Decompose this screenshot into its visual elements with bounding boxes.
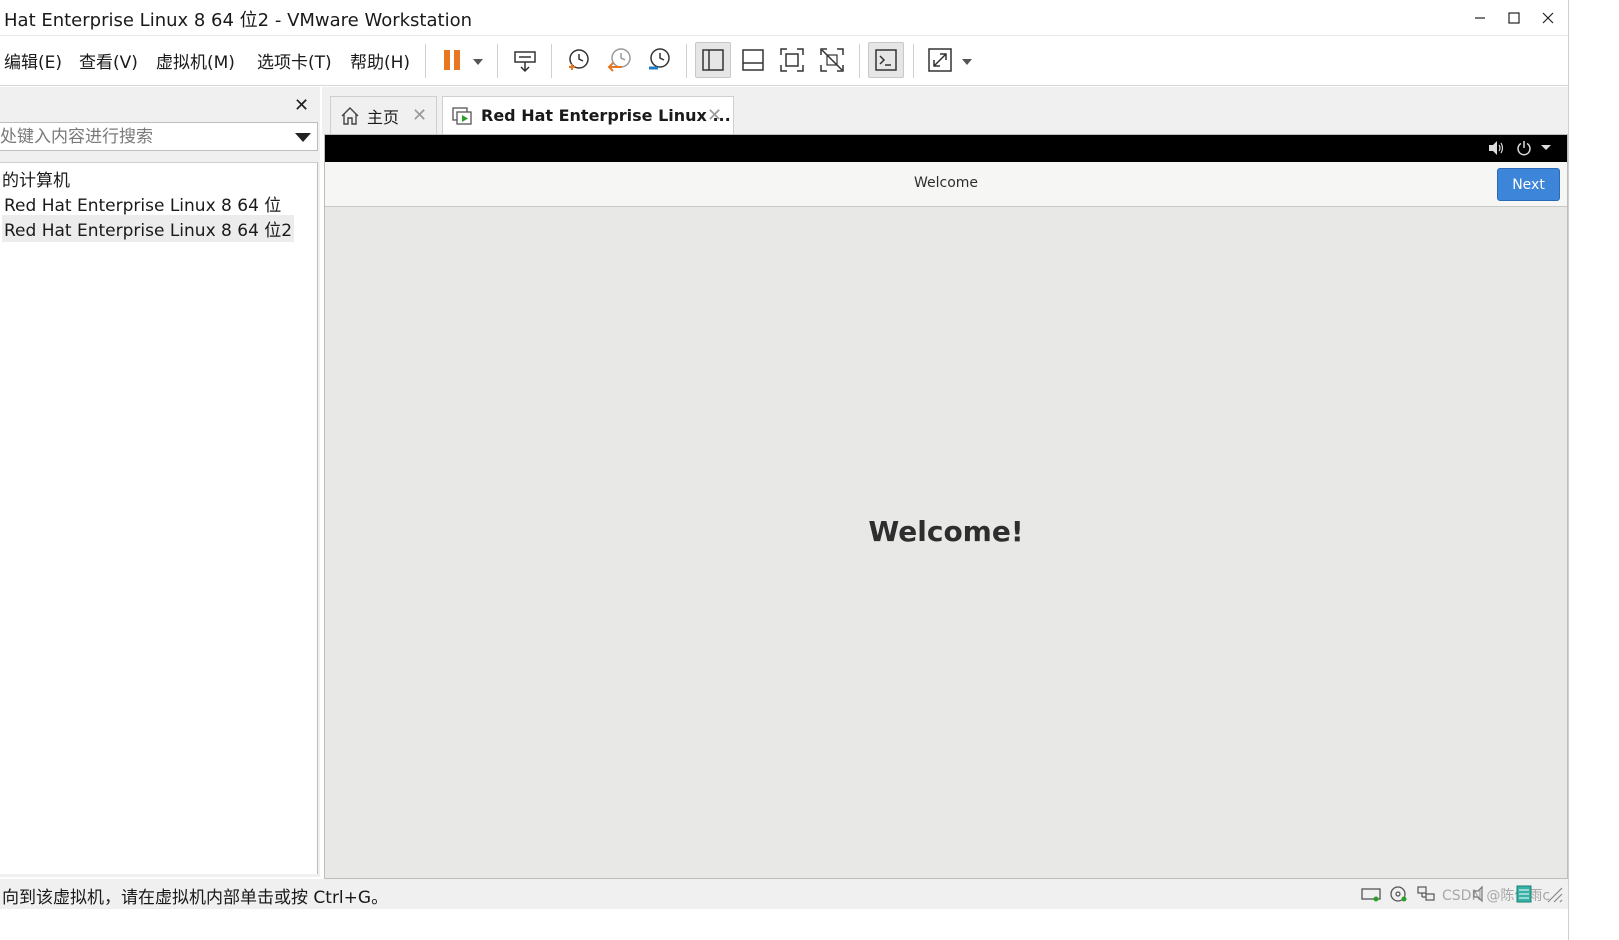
library-view-button[interactable] (695, 42, 731, 78)
menu-help[interactable]: 帮助(H) (350, 48, 410, 73)
close-window-button[interactable] (1531, 0, 1565, 36)
resize-grip[interactable] (1542, 884, 1566, 904)
menu-edit[interactable]: 编辑(E) (4, 48, 62, 73)
cd-icon (1390, 886, 1407, 902)
thumbnail-bar-icon (742, 49, 764, 71)
pause-button[interactable] (434, 42, 470, 78)
sound-status[interactable] (1469, 884, 1493, 904)
home-icon (341, 106, 359, 125)
toolbar-separator (551, 44, 552, 78)
title-bar: Hat Enterprise Linux 8 64 位2 - VMware Wo… (0, 0, 1568, 36)
tab-vm[interactable]: Red Hat Enterprise Linux ... ✕ (442, 96, 734, 134)
toolbar-separator (913, 44, 914, 78)
unity-icon (820, 48, 844, 72)
unity-button[interactable] (814, 42, 850, 78)
maximize-button[interactable] (1497, 0, 1531, 36)
tab-home[interactable]: 主页 ✕ (330, 96, 437, 134)
toolbar-separator (497, 44, 498, 78)
tree-item-vm-1[interactable]: Red Hat Enterprise Linux 8 64 位 (2, 190, 283, 217)
tab-vm-close-icon[interactable]: ✕ (707, 105, 722, 126)
tab-vm-label: Red Hat Enterprise Linux ... (481, 106, 731, 125)
menu-vm[interactable]: 虚拟机(M) (156, 48, 235, 73)
library-search (0, 122, 318, 151)
minimize-button[interactable] (1463, 0, 1497, 36)
snapshot-manager-button[interactable] (641, 42, 677, 78)
welcome-heading: Welcome! (868, 515, 1024, 548)
stretch-dropdown-caret[interactable] (962, 59, 972, 65)
snapshot-take-icon (569, 49, 589, 70)
snapshot-take-button[interactable] (560, 42, 596, 78)
tree-item-my-computer[interactable]: 的计算机 (0, 165, 72, 192)
search-input[interactable] (0, 123, 290, 150)
console-icon (875, 49, 897, 71)
hard-disk-icon (1361, 888, 1381, 902)
send-keys-icon (514, 51, 536, 73)
fullscreen-icon (780, 48, 804, 72)
sidebar-close-icon[interactable]: ✕ (294, 95, 309, 116)
tree-item-vm-2[interactable]: Red Hat Enterprise Linux 8 64 位2 (2, 215, 295, 242)
volume-icon (1489, 141, 1504, 155)
bottom-margin (0, 909, 1568, 940)
menu-view[interactable]: 查看(V) (79, 48, 138, 73)
snapshot-manager-icon (649, 48, 670, 70)
toolbar-separator (859, 44, 860, 78)
library-view-icon (702, 49, 724, 71)
tab-home-close-icon[interactable]: ✕ (412, 105, 427, 126)
stretch-icon (928, 48, 952, 72)
display-status[interactable] (1512, 884, 1536, 904)
snapshot-revert-button[interactable] (601, 42, 637, 78)
display-icon (1516, 885, 1532, 903)
power-icon (1517, 141, 1531, 156)
console-button[interactable] (868, 42, 904, 78)
send-keys-button[interactable] (507, 42, 543, 78)
network-icon (1417, 886, 1435, 901)
cd-status[interactable] (1387, 884, 1411, 904)
speaker-icon (1473, 885, 1483, 903)
vm-display[interactable]: Welcome Next Welcome! (324, 134, 1568, 879)
resize-grip-icon (1547, 887, 1563, 903)
minimize-icon (1475, 17, 1485, 19)
installer-header: Welcome Next (325, 162, 1567, 207)
status-message: 向到该虚拟机，请在虚拟机内部单击或按 Ctrl+G。 (2, 888, 389, 908)
vm-tab-icon (452, 106, 472, 125)
search-dropdown-icon[interactable] (295, 133, 311, 142)
stretch-button[interactable] (922, 42, 958, 78)
tab-strip: 主页 ✕ Red Hat Enterprise Linux ... ✕ (322, 87, 1568, 134)
tab-home-label: 主页 (367, 107, 400, 127)
pause-dropdown-caret[interactable] (473, 59, 483, 65)
status-bar: 向到该虚拟机，请在虚拟机内部单击或按 Ctrl+G。 CSDN @陈佳雨c (0, 879, 1568, 909)
menu-tabs[interactable]: 选项卡(T) (257, 48, 332, 73)
toolbar-separator (686, 44, 687, 78)
chevron-down-icon (1541, 145, 1551, 150)
fullscreen-button[interactable] (774, 42, 810, 78)
guest-top-bar (325, 135, 1567, 162)
window-title: Hat Enterprise Linux 8 64 位2 - VMware Wo… (4, 10, 472, 31)
installer-header-title: Welcome (913, 175, 979, 191)
maximize-icon (1508, 12, 1520, 24)
close-icon (1542, 12, 1554, 24)
library-tree: 的计算机 Red Hat Enterprise Linux 8 64 位 Red… (0, 162, 318, 874)
pause-icon (444, 50, 460, 70)
snapshot-revert-icon (607, 48, 631, 72)
hard-disk-status[interactable] (1359, 884, 1383, 904)
library-sidebar: ✕ 的计算机 Red Hat Enterprise Linux 8 64 位 R… (0, 87, 320, 877)
menu-toolbar: 编辑(E) 查看(V) 虚拟机(M) 选项卡(T) 帮助(H) (0, 36, 1568, 86)
right-edge-strip (1568, 0, 1619, 940)
network-status[interactable] (1415, 884, 1439, 904)
next-button[interactable]: Next (1497, 168, 1560, 201)
toolbar-separator (425, 44, 426, 78)
thumbnail-bar-button[interactable] (735, 42, 771, 78)
